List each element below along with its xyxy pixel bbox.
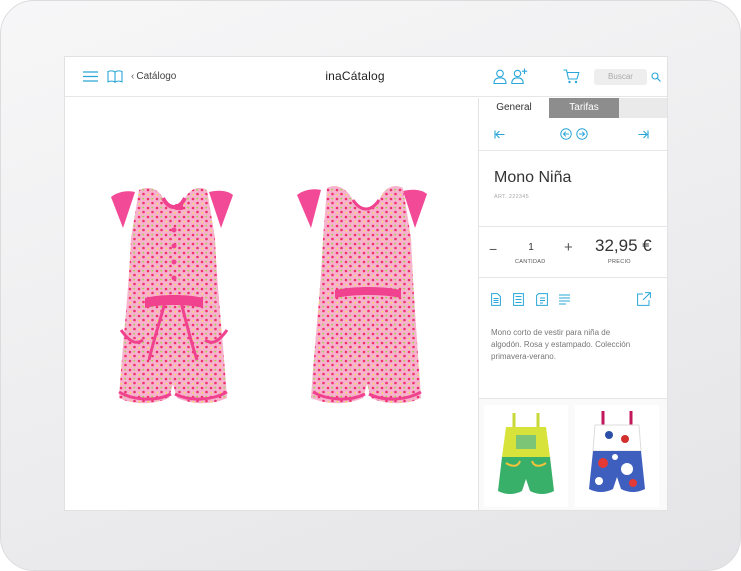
add-user-icon[interactable] bbox=[511, 68, 528, 84]
decrease-quantity-button[interactable]: − bbox=[489, 241, 497, 257]
romper-back-image bbox=[297, 186, 427, 404]
user-icon[interactable] bbox=[493, 69, 507, 84]
green-romper-image bbox=[498, 413, 554, 494]
product-photos bbox=[111, 186, 427, 404]
menu-icon[interactable] bbox=[83, 71, 98, 82]
product-price: 32,95 € bbox=[595, 236, 652, 255]
tab-tarifas[interactable]: Tarifas bbox=[549, 98, 619, 118]
product-reference: ART. 222345 bbox=[494, 194, 530, 200]
product-gallery[interactable] bbox=[65, 98, 478, 510]
document-icon[interactable] bbox=[491, 293, 501, 306]
increase-quantity-button[interactable]: + bbox=[564, 239, 573, 256]
search-input[interactable]: Buscar bbox=[594, 69, 647, 85]
chevron-left-icon: ‹ bbox=[131, 71, 135, 82]
quantity-value[interactable]: 1 bbox=[525, 242, 537, 253]
first-icon[interactable] bbox=[494, 130, 505, 139]
related-product-thumbnail[interactable] bbox=[575, 405, 659, 507]
product-navigation bbox=[479, 118, 667, 151]
romper-front-image bbox=[111, 187, 233, 404]
top-bar: ‹ Catálogo inaCátalog Buscar bbox=[65, 57, 667, 97]
share-icon[interactable] bbox=[637, 292, 651, 306]
tab-bar: General Tarifas bbox=[479, 98, 667, 118]
search-icon[interactable] bbox=[651, 72, 661, 82]
floral-romper-image bbox=[589, 411, 645, 492]
tab-general[interactable]: General bbox=[479, 98, 549, 118]
product-panel: General Tarifas Mono Niña ART. 222345 − … bbox=[478, 98, 667, 510]
divider bbox=[479, 277, 667, 278]
quantity-label: CANTIDAD bbox=[515, 259, 546, 265]
next-icon[interactable] bbox=[576, 128, 588, 140]
list-icon[interactable] bbox=[513, 293, 524, 306]
divider bbox=[479, 226, 667, 227]
app-title: inaCátalog bbox=[325, 69, 385, 83]
product-description: Mono corto de vestir para niña de algodó… bbox=[491, 328, 631, 361]
back-link[interactable]: ‹ Catálogo bbox=[131, 70, 176, 84]
book-icon[interactable] bbox=[107, 70, 123, 83]
app-screen: ‹ Catálogo inaCátalog Buscar General Tar… bbox=[64, 56, 668, 511]
back-link-label: Catálogo bbox=[136, 71, 177, 82]
last-icon[interactable] bbox=[638, 130, 649, 139]
product-name: Mono Niña bbox=[494, 169, 572, 186]
price-label: PRECIO bbox=[608, 259, 631, 265]
lines-icon[interactable] bbox=[559, 294, 570, 305]
tag-icon[interactable] bbox=[536, 293, 548, 306]
related-products bbox=[479, 398, 667, 510]
prev-icon[interactable] bbox=[560, 128, 572, 140]
related-product-thumbnail[interactable] bbox=[484, 405, 568, 507]
cart-icon[interactable] bbox=[563, 69, 580, 84]
